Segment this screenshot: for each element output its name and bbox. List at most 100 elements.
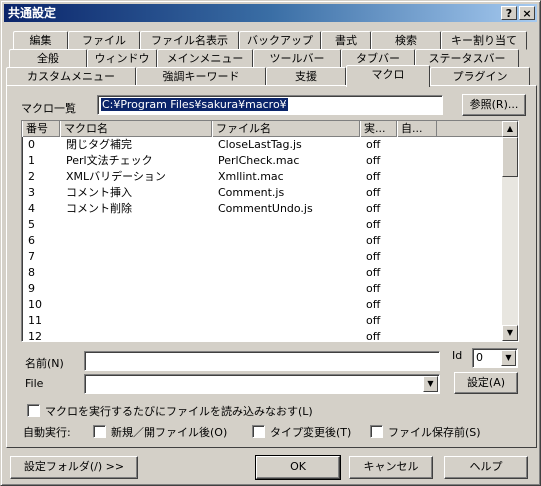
header-number[interactable]: 番号 bbox=[22, 121, 60, 137]
on-type-change-checkbox[interactable] bbox=[252, 425, 265, 438]
list-header: 番号 マクロ名 ファイル名 実... 自... bbox=[22, 121, 502, 137]
tab-format[interactable]: 書式 bbox=[321, 31, 371, 50]
cell-macro-name: XMLバリデーション bbox=[66, 170, 166, 183]
table-row[interactable]: 6 off bbox=[22, 233, 504, 249]
cell-file-name: CommentUndo.js bbox=[218, 202, 313, 215]
tab-file[interactable]: ファイル bbox=[68, 31, 140, 50]
id-value: 0 bbox=[476, 351, 483, 364]
cell-file-name: CloseLastTag.js bbox=[218, 138, 302, 151]
cell-execute: off bbox=[366, 186, 381, 199]
set-button[interactable]: 設定(A) bbox=[454, 372, 518, 394]
table-row[interactable]: 8 off bbox=[22, 265, 504, 281]
cell-execute: off bbox=[366, 202, 381, 215]
window-title: 共通設定 bbox=[8, 6, 57, 20]
cell-execute: off bbox=[366, 282, 381, 295]
cell-file-name: Comment.js bbox=[218, 186, 285, 199]
tab-highlight-keywords[interactable]: 強調キーワード bbox=[136, 67, 266, 86]
on-type-change-label: タイプ変更後(T) bbox=[270, 426, 352, 439]
close-icon[interactable]: × bbox=[519, 6, 535, 20]
name-label: 名前(N) bbox=[25, 357, 64, 370]
on-save-checkbox[interactable] bbox=[370, 425, 383, 438]
table-row[interactable]: 12 off bbox=[22, 329, 504, 342]
macro-path-value: C:¥Program Files¥sakura¥macro¥ bbox=[101, 98, 288, 111]
tab-toolbar[interactable]: ツールバー bbox=[253, 49, 341, 68]
cell-execute: off bbox=[366, 170, 381, 183]
cancel-button[interactable]: キャンセル bbox=[349, 456, 433, 479]
tab-macro[interactable]: マクロ bbox=[346, 65, 430, 87]
macro-list[interactable]: 番号 マクロ名 ファイル名 実... 自... 0 閉じタグ補完 CloseLast… bbox=[21, 120, 519, 342]
scroll-thumb[interactable] bbox=[502, 137, 518, 177]
id-select[interactable]: 0 ▼ bbox=[472, 348, 518, 368]
file-label: File bbox=[25, 377, 44, 390]
table-row[interactable]: 5 off bbox=[22, 217, 504, 233]
cell-execute: off bbox=[366, 154, 381, 167]
cell-number: 1 bbox=[28, 154, 35, 167]
cell-execute: off bbox=[366, 330, 381, 342]
cell-macro-name: コメント挿入 bbox=[66, 186, 132, 199]
title-bar: 共通設定 ? × bbox=[4, 4, 537, 22]
reload-checkbox[interactable] bbox=[27, 404, 40, 417]
cell-macro-name: Perl文法チェック bbox=[66, 154, 153, 167]
tab-custom-menu[interactable]: カスタムメニュー bbox=[6, 67, 136, 86]
table-row[interactable]: 2 XMLバリデーション Xmllint.mac off bbox=[22, 169, 504, 185]
cell-execute: off bbox=[366, 250, 381, 263]
tab-window[interactable]: ウィンドウ bbox=[87, 49, 157, 68]
cell-number: 5 bbox=[28, 218, 35, 231]
table-row[interactable]: 4 コメント削除 CommentUndo.js off bbox=[22, 201, 504, 217]
cell-number: 2 bbox=[28, 170, 35, 183]
header-execute[interactable]: 実... bbox=[360, 121, 397, 137]
tab-assist[interactable]: 支援 bbox=[266, 67, 346, 86]
cell-number: 4 bbox=[28, 202, 35, 215]
list-scrollbar[interactable]: ▲ ▼ bbox=[502, 121, 518, 341]
reload-label: マクロを実行するたびにファイルを読み込みなおす(L) bbox=[45, 405, 313, 418]
macro-path-input[interactable]: C:¥Program Files¥sakura¥macro¥ bbox=[97, 95, 443, 115]
help-title-button[interactable]: ? bbox=[501, 6, 517, 20]
on-open-label: 新規／開ファイル後(O) bbox=[111, 426, 228, 439]
browse-button[interactable]: 参照(R)... bbox=[462, 94, 526, 116]
cell-macro-name: 閉じタグ補完 bbox=[66, 138, 132, 151]
scroll-down-icon[interactable]: ▼ bbox=[502, 325, 518, 341]
cell-number: 6 bbox=[28, 234, 35, 247]
tab-plugin[interactable]: プラグイン bbox=[430, 67, 530, 86]
tab-backup[interactable]: バックアップ bbox=[239, 31, 321, 50]
cell-number: 12 bbox=[28, 330, 42, 342]
cell-execute: off bbox=[366, 298, 381, 311]
cell-execute: off bbox=[366, 234, 381, 247]
tab-key-assign[interactable]: キー割り当て bbox=[441, 31, 527, 50]
header-macro-name[interactable]: マクロ名 bbox=[60, 121, 212, 137]
cell-number: 9 bbox=[28, 282, 35, 295]
tab-main-menu[interactable]: メインメニュー bbox=[157, 49, 253, 68]
table-row[interactable]: 1 Perl文法チェック PerlCheck.mac off bbox=[22, 153, 504, 169]
ok-button[interactable]: OK bbox=[255, 455, 341, 480]
tab-edit[interactable]: 編集 bbox=[13, 31, 68, 50]
tab-search[interactable]: 検索 bbox=[371, 31, 441, 50]
on-open-checkbox[interactable] bbox=[93, 425, 106, 438]
table-row[interactable]: 11 off bbox=[22, 313, 504, 329]
table-row[interactable]: 0 閉じタグ補完 CloseLastTag.js off bbox=[22, 137, 504, 153]
table-row[interactable]: 10 off bbox=[22, 297, 504, 313]
help-button[interactable]: ヘルプ bbox=[444, 456, 528, 479]
macro-tab-panel: マクロ一覧 C:¥Program Files¥sakura¥macro¥ 参照(… bbox=[6, 85, 537, 448]
file-select[interactable]: ▼ bbox=[84, 374, 440, 394]
cell-number: 7 bbox=[28, 250, 35, 263]
table-row[interactable]: 7 off bbox=[22, 249, 504, 265]
cell-number: 8 bbox=[28, 266, 35, 279]
name-input[interactable] bbox=[84, 351, 440, 371]
chevron-down-icon[interactable]: ▼ bbox=[501, 350, 516, 366]
id-label: Id bbox=[452, 349, 463, 362]
table-row[interactable]: 3 コメント挿入 Comment.js off bbox=[22, 185, 504, 201]
header-file-name[interactable]: ファイル名 bbox=[212, 121, 360, 137]
scroll-up-icon[interactable]: ▲ bbox=[502, 121, 518, 137]
cell-macro-name: コメント削除 bbox=[66, 202, 132, 215]
header-auto[interactable]: 自... bbox=[397, 121, 437, 137]
cell-number: 0 bbox=[28, 138, 35, 151]
cell-number: 3 bbox=[28, 186, 35, 199]
tab-filename-display[interactable]: ファイル名表示 bbox=[140, 31, 239, 50]
chevron-down-icon[interactable]: ▼ bbox=[423, 376, 438, 392]
tab-statusbar[interactable]: ステータスバー bbox=[415, 49, 519, 68]
table-row[interactable]: 9 off bbox=[22, 281, 504, 297]
tab-general[interactable]: 全般 bbox=[9, 49, 87, 68]
cell-execute: off bbox=[366, 314, 381, 327]
cell-execute: off bbox=[366, 266, 381, 279]
settings-folder-button[interactable]: 設定フォルダ(/) >> bbox=[10, 456, 138, 479]
